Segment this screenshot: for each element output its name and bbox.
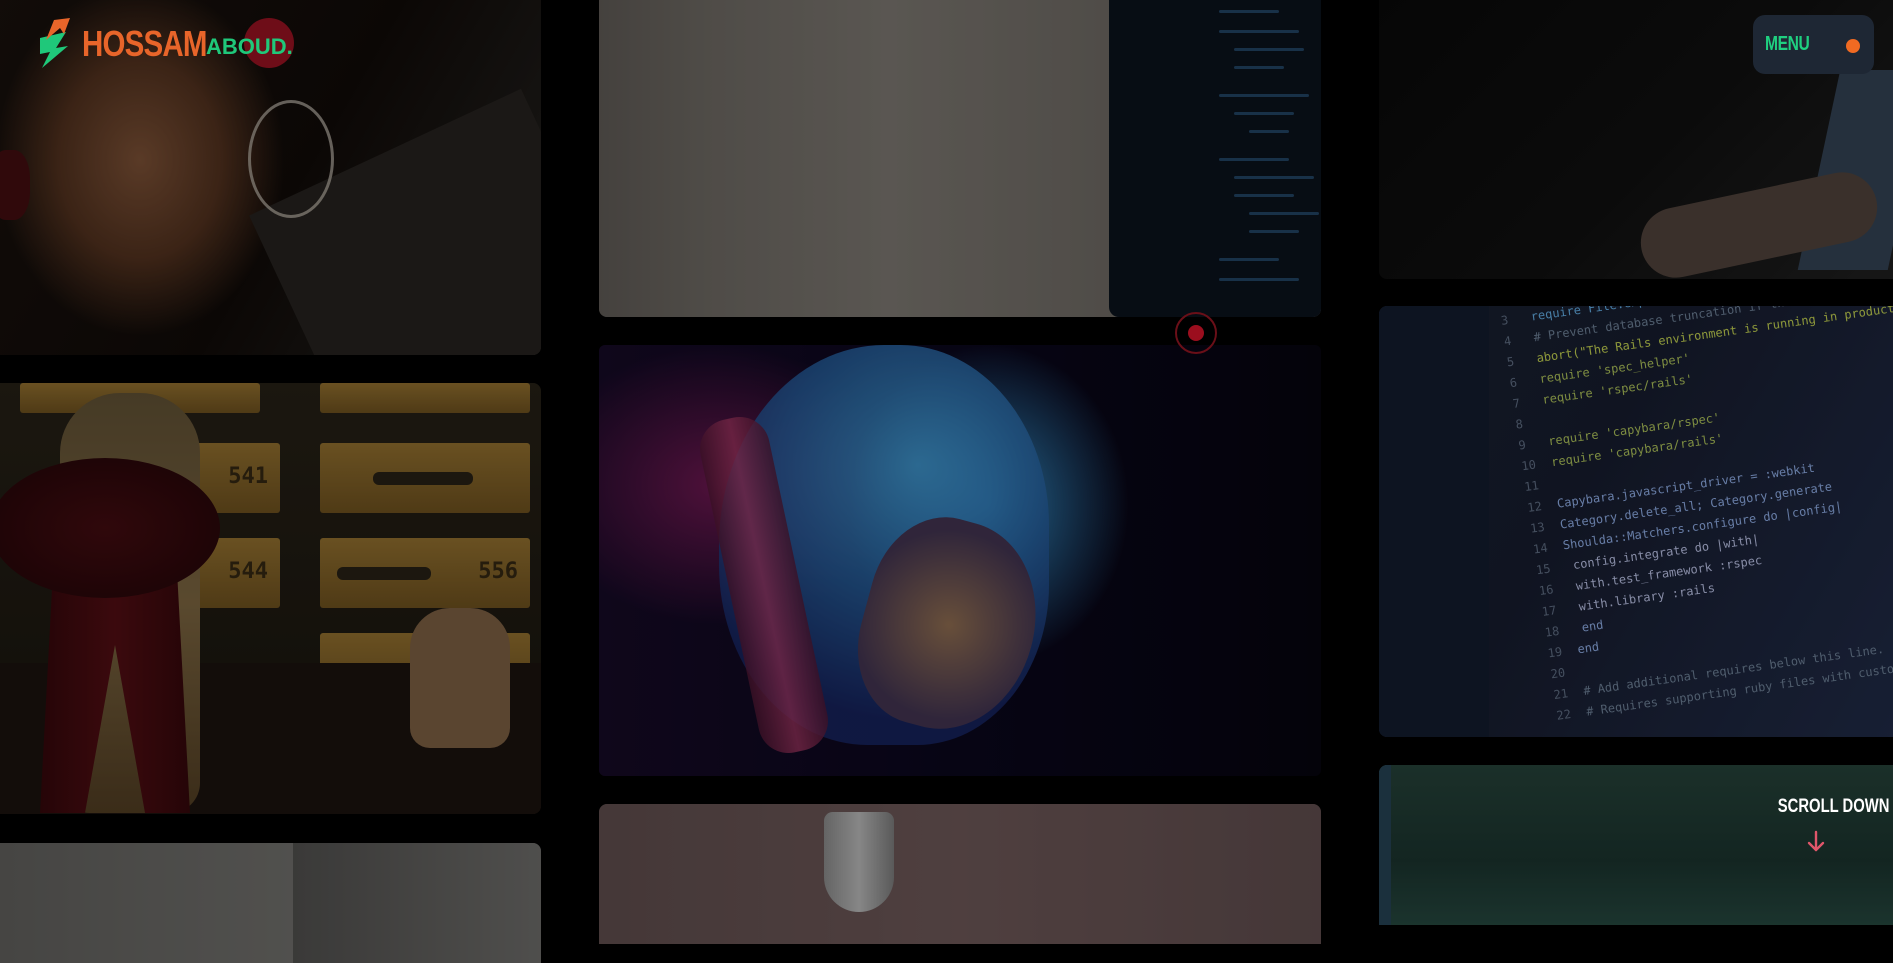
code-text: end <box>1576 639 1601 657</box>
code-line: 20 <box>1550 663 1582 681</box>
bow-shape <box>0 458 220 598</box>
code-line: 11 <box>1523 476 1555 494</box>
scroll-down-label: SCROLL DOWN <box>1777 796 1890 817</box>
line-number: 4 <box>1503 333 1513 349</box>
line-number: 8 <box>1514 416 1524 432</box>
lamp-shape <box>824 812 894 912</box>
girl-bow-lockers-photo[interactable]: 541 544 556 <box>0 383 541 814</box>
flower-shape <box>0 150 30 220</box>
brand-name-sub: ABOUD. <box>206 34 293 59</box>
locker-number: 544 <box>228 559 268 584</box>
hand-shape <box>410 608 510 748</box>
scroll-down-button[interactable]: SCROLL DOWN <box>1762 796 1889 854</box>
file-tree <box>1379 306 1489 737</box>
hoop-earring <box>248 100 334 218</box>
line-number: 13 <box>1529 519 1546 536</box>
locker-box <box>320 383 530 413</box>
menu-dot-icon <box>1846 39 1860 53</box>
menu-label: MENU <box>1765 33 1810 55</box>
line-number: 15 <box>1535 561 1552 578</box>
line-number: 10 <box>1520 457 1537 474</box>
line-number: 7 <box>1511 396 1521 411</box>
line-number: 3 <box>1500 312 1510 328</box>
code-line: 8 <box>1515 414 1547 432</box>
logo-mark-icon <box>36 18 72 70</box>
astronaut-helmet-photo[interactable] <box>599 345 1321 776</box>
monitor-screen <box>1109 0 1321 317</box>
cursor-dot <box>1188 325 1204 341</box>
brand-name-main: HOSSAM <box>82 23 207 64</box>
pendant-lamp-photo[interactable] <box>599 804 1321 944</box>
line-number: 11 <box>1523 478 1540 495</box>
line-number: 20 <box>1549 665 1567 682</box>
office-shelf-photo[interactable] <box>0 843 541 963</box>
line-number: 6 <box>1508 375 1518 391</box>
ruby-code-editor-photo[interactable]: 3require File.expand_path('../../config/… <box>1379 306 1893 737</box>
code-line: 18 end <box>1544 618 1604 640</box>
line-number: 14 <box>1532 540 1549 557</box>
line-number: 19 <box>1546 644 1564 661</box>
monitor-code-photo[interactable] <box>599 0 1321 317</box>
arrow-down-icon <box>1807 830 1825 852</box>
locker-box: 556 <box>320 538 530 608</box>
brand-logo[interactable]: HOSSAM ABOUD. <box>36 16 293 72</box>
code-text: end <box>1573 617 1605 636</box>
line-number: 18 <box>1543 623 1561 640</box>
line-number: 22 <box>1555 707 1572 723</box>
locker-number: 541 <box>228 464 268 489</box>
code-lines: 3require File.expand_path('../../config/… <box>1499 306 1893 733</box>
line-number: 9 <box>1517 437 1527 453</box>
locker-box <box>320 443 530 513</box>
line-number: 5 <box>1505 354 1516 370</box>
line-number: 12 <box>1526 499 1543 515</box>
menu-button[interactable]: MENU <box>1753 15 1874 74</box>
line-number: 17 <box>1541 603 1558 619</box>
line-number: 16 <box>1538 582 1555 599</box>
line-number: 21 <box>1552 686 1569 703</box>
code-line: 19 end <box>1547 639 1600 660</box>
locker-number: 556 <box>478 559 518 584</box>
